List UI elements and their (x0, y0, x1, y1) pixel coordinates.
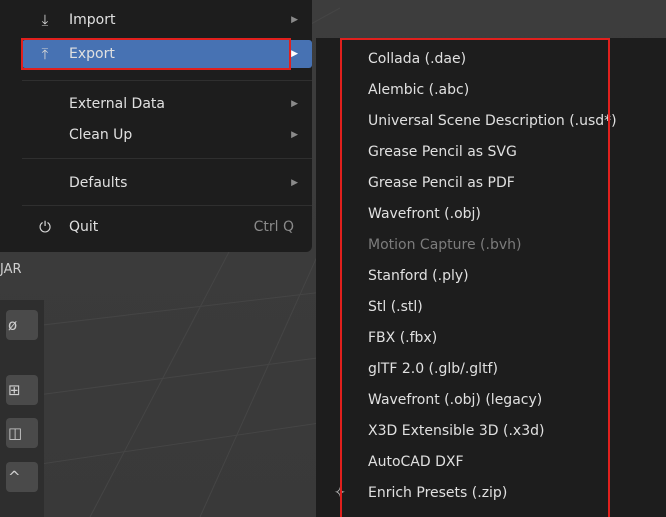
submenu-arrow-icon: ▶ (291, 15, 298, 25)
submenu-arrow-icon: ▶ (291, 99, 298, 109)
power-icon: ⏻ (39, 218, 51, 236)
menu-item-label: Quit (69, 219, 99, 235)
tool-button-grid[interactable]: ⊞ (6, 375, 38, 405)
box-icon: ◫ (8, 424, 23, 442)
menu-item-label: Clean Up (69, 127, 133, 143)
caret-icon: ^ (8, 468, 21, 486)
shortcut-label: Ctrl Q (253, 219, 294, 235)
menu-item-defaults[interactable]: Defaults ▶ (0, 169, 312, 197)
submenu-annotation-box (340, 38, 610, 517)
submenu-arrow-icon: ▶ (291, 178, 298, 188)
tool-button-1[interactable]: ø (6, 310, 38, 340)
menu-item-external-data[interactable]: External Data ▶ (0, 90, 312, 118)
menu-item-label: Defaults (69, 175, 128, 191)
tool-button-box[interactable]: ◫ (6, 418, 38, 448)
submenu-arrow-icon: ▶ (291, 49, 298, 59)
grid-icon: ⊞ (8, 381, 21, 399)
menu-separator (22, 158, 312, 159)
menu-item-quit[interactable]: ⏻ Quit Ctrl Q (0, 213, 312, 241)
submenu-arrow-icon: ▶ (291, 130, 298, 140)
export-annotation-box (21, 38, 291, 70)
menu-item-label: Import (69, 12, 116, 28)
menu-item-import[interactable]: ⤓ Import ▶ (0, 6, 312, 34)
tool-icon: ø (8, 316, 18, 334)
menu-separator (22, 205, 312, 206)
menu-item-label: External Data (69, 96, 165, 112)
tool-button-caret[interactable]: ^ (6, 462, 38, 492)
menu-item-clean-up[interactable]: Clean Up ▶ (0, 121, 312, 149)
sidebar-label: JAR (0, 262, 22, 277)
menu-separator (22, 80, 312, 81)
import-icon: ⤓ (41, 11, 49, 29)
tool-strip: ø ⊞ ◫ ^ (0, 300, 44, 517)
